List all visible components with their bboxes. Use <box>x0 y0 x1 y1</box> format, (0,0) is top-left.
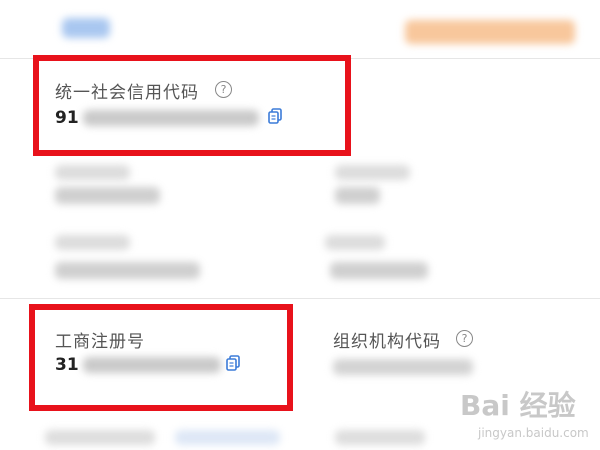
blurred-bottom-2 <box>175 430 280 445</box>
blurred-label-4 <box>325 235 385 250</box>
blurred-label-3 <box>55 235 130 250</box>
blurred-label-1 <box>55 165 130 180</box>
blurred-bottom-3 <box>335 430 425 445</box>
blurred-bottom-1 <box>45 430 155 445</box>
org-code-value-blurred <box>333 359 473 375</box>
top-right-button-blur[interactable] <box>405 20 575 44</box>
watermark-logo-text: Bai 经验 <box>460 389 576 422</box>
highlight-box-business-reg <box>29 304 293 411</box>
org-code-field: 组织机构代码 ? <box>333 327 533 387</box>
top-left-tab-blur[interactable] <box>62 18 110 38</box>
blurred-value-4 <box>330 262 428 279</box>
org-code-label: 组织机构代码 <box>333 332 441 352</box>
watermark-logo: Bai 经验 <box>460 384 576 424</box>
section-divider <box>0 298 600 299</box>
watermark-site: jingyan.baidu.com <box>478 426 589 440</box>
help-icon[interactable]: ? <box>456 330 473 347</box>
blurred-value-1 <box>55 187 160 204</box>
blurred-value-3 <box>55 262 200 279</box>
highlight-box-credit-code <box>33 55 351 156</box>
blurred-value-2 <box>335 187 380 204</box>
blurred-label-2 <box>335 165 410 180</box>
